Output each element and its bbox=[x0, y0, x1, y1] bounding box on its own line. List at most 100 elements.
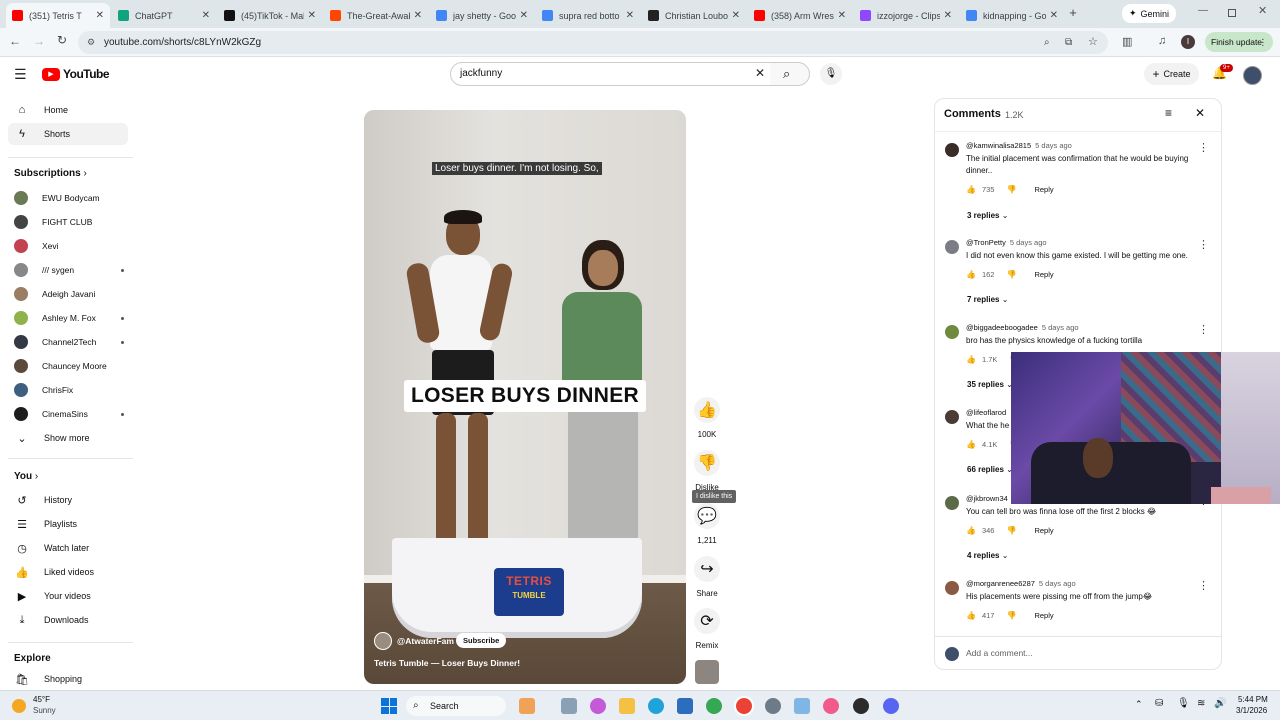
chrome-active-icon[interactable] bbox=[736, 698, 752, 714]
thumbs-up-icon[interactable]: 👍 bbox=[966, 355, 976, 364]
thumbs-up-icon[interactable]: 👍 bbox=[966, 440, 976, 449]
sidebar-item-shorts[interactable]: ϟ Shorts bbox=[8, 123, 128, 145]
comment-user[interactable]: @lifeoflarod bbox=[966, 408, 1006, 417]
sidebar-item-your-videos[interactable]: ▶ Your videos bbox=[8, 585, 128, 607]
comment-user[interactable]: @biggadeeboogadee bbox=[966, 323, 1038, 332]
browser-tab[interactable]: jay shetty - Goo ✕ bbox=[430, 3, 534, 28]
task-view-icon[interactable] bbox=[561, 698, 577, 714]
media-controls-icon[interactable]: ♫ bbox=[1158, 35, 1166, 47]
browser-tab[interactable]: (358) Arm Wrest ✕ bbox=[748, 3, 852, 28]
subscription-item[interactable]: Chauncey Moore bbox=[14, 358, 124, 374]
comment-user[interactable]: @morganrenee6287 bbox=[966, 579, 1035, 588]
reply-button[interactable]: Reply bbox=[1034, 611, 1053, 620]
commenter-avatar[interactable] bbox=[945, 496, 959, 510]
channel-avatar[interactable] bbox=[374, 632, 392, 650]
close-comments-icon[interactable]: ✕ bbox=[1195, 106, 1205, 120]
sidebar-item-history[interactable]: ↺ History bbox=[8, 489, 128, 511]
bookmark-star-icon[interactable]: ☆ bbox=[1088, 31, 1098, 54]
close-tab-icon[interactable]: ✕ bbox=[1050, 10, 1058, 21]
tray-volume-icon[interactable]: 🔊 bbox=[1214, 698, 1226, 709]
close-tab-icon[interactable]: ✕ bbox=[96, 10, 104, 21]
reload-icon[interactable]: ↻ bbox=[57, 33, 67, 47]
close-tab-icon[interactable]: ✕ bbox=[944, 10, 952, 21]
sidebar-item-playlists[interactable]: ☰ Playlists bbox=[8, 513, 128, 535]
view-replies-button[interactable]: 3 replies ⌄ bbox=[967, 211, 1008, 220]
comment-more-icon[interactable]: ⋮ bbox=[1198, 141, 1209, 154]
thumbs-down-icon[interactable]: 👎 bbox=[694, 450, 720, 476]
minimize-window-button[interactable]: — bbox=[1198, 5, 1208, 16]
search-input[interactable]: jackfunny bbox=[450, 62, 771, 86]
tray-mic-icon[interactable]: 🎙 bbox=[1177, 698, 1190, 709]
itunes-icon[interactable] bbox=[823, 698, 839, 714]
comment-more-icon[interactable]: ⋮ bbox=[1198, 323, 1209, 336]
url-omnibox[interactable]: ⚙ youtube.com/shorts/c8LYnW2kGZg ⌕ ⧉ ☆ bbox=[78, 31, 1108, 54]
restore-window-button[interactable] bbox=[1228, 9, 1236, 17]
close-tab-icon[interactable]: ✕ bbox=[202, 10, 210, 21]
youtube-logo[interactable]: ▶ YouTube bbox=[42, 67, 110, 81]
edge-browser-icon[interactable] bbox=[648, 698, 664, 714]
close-window-button[interactable]: ✕ bbox=[1258, 4, 1267, 17]
new-tab-button[interactable]: + bbox=[1066, 5, 1080, 20]
browser-tab[interactable]: (45)TikTok - Mak ✕ bbox=[218, 3, 322, 28]
sidebar-item-home[interactable]: ⌂ Home bbox=[8, 99, 128, 121]
subscribe-button[interactable]: Subscribe bbox=[456, 633, 507, 648]
browser-tab[interactable]: The-Great-Awak ✕ bbox=[324, 3, 428, 28]
sidebar-item-watch-later[interactable]: ◷ Watch later bbox=[8, 537, 128, 559]
view-replies-button[interactable]: 35 replies ⌄ bbox=[967, 380, 1013, 389]
thumbs-down-icon[interactable]: 👎 bbox=[1006, 185, 1016, 194]
add-comment-input[interactable]: Add a comment... bbox=[966, 648, 1033, 658]
sidebar-item-show-more[interactable]: ⌄ Show more bbox=[8, 427, 128, 449]
close-tab-icon[interactable]: ✕ bbox=[732, 10, 740, 21]
create-button[interactable]: + Create bbox=[1144, 63, 1199, 85]
thumbs-up-icon[interactable]: 👍 bbox=[966, 185, 976, 194]
commenter-avatar[interactable] bbox=[945, 410, 959, 424]
comment-author[interactable]: @biggadeeboogadee 5 days ago bbox=[966, 323, 1079, 332]
share-action[interactable]: ↪ Share bbox=[694, 556, 720, 598]
subscription-item[interactable]: Adeigh Javani bbox=[14, 286, 124, 302]
comment-icon[interactable]: 💬 bbox=[694, 503, 720, 529]
comment-user[interactable]: @kamwinalisa2815 bbox=[966, 141, 1031, 150]
hamburger-menu-icon[interactable]: ☰ bbox=[14, 66, 27, 83]
comment-more-icon[interactable]: ⋮ bbox=[1198, 579, 1209, 592]
voice-search-icon[interactable]: 🎙 bbox=[820, 63, 842, 85]
subscription-item[interactable]: Channel2Tech bbox=[14, 334, 124, 350]
sidebar-item-liked-videos[interactable]: 👍 Liked videos bbox=[8, 561, 128, 583]
channel-handle[interactable]: @AtwaterFam bbox=[397, 636, 454, 646]
comment-author[interactable]: @kamwinalisa2815 5 days ago bbox=[966, 141, 1072, 150]
tray-chevron-icon[interactable]: ⌃ bbox=[1135, 699, 1143, 710]
close-tab-icon[interactable]: ✕ bbox=[520, 10, 528, 21]
install-app-icon[interactable]: ⧉ bbox=[1065, 31, 1072, 54]
sidebar-item-shopping[interactable]: 🛍 Shopping bbox=[8, 668, 128, 690]
commenter-avatar[interactable] bbox=[945, 143, 959, 157]
browser-tab[interactable]: ChatGPT ✕ bbox=[112, 3, 216, 28]
settings-gear-icon[interactable] bbox=[765, 698, 781, 714]
sound-thumbnail[interactable] bbox=[695, 660, 719, 684]
subscriptions-heading[interactable]: Subscriptions › bbox=[14, 168, 87, 179]
comment-user[interactable]: @jkbrown34 bbox=[966, 494, 1008, 503]
remix-icon[interactable]: ⟳ bbox=[694, 608, 720, 634]
tray-network-icon[interactable]: ⛁ bbox=[1155, 698, 1163, 709]
thumbs-up-icon[interactable]: 👍 bbox=[966, 526, 976, 535]
colorful-app-icon[interactable] bbox=[590, 698, 606, 714]
browser-tab[interactable]: (351) Tetris T ✕ bbox=[6, 3, 110, 28]
comment-author[interactable]: @TronPetty 5 days ago bbox=[966, 238, 1047, 247]
you-heading[interactable]: You › bbox=[14, 471, 38, 482]
windows-start-icon[interactable] bbox=[381, 698, 397, 714]
browser-tab[interactable]: Christian Loubo ✕ bbox=[642, 3, 746, 28]
subscription-item[interactable]: ChrisFix bbox=[14, 382, 124, 398]
subscription-item[interactable]: Ashley M. Fox bbox=[14, 310, 124, 326]
photos-icon[interactable] bbox=[794, 698, 810, 714]
subscription-item[interactable]: /// sygen bbox=[14, 262, 124, 278]
back-arrow-icon[interactable]: ← bbox=[9, 34, 21, 48]
browser-tab[interactable]: kidnapping - Go ✕ bbox=[960, 3, 1064, 28]
finish-update-button[interactable]: Finish update ⋮ bbox=[1205, 32, 1273, 52]
discord-icon[interactable] bbox=[883, 698, 899, 714]
thumbs-up-icon[interactable]: 👍 bbox=[966, 611, 976, 620]
comment-author[interactable]: @morganrenee6287 5 days ago bbox=[966, 579, 1076, 588]
thumbs-up-icon[interactable]: 👍 bbox=[966, 270, 976, 279]
subscription-item[interactable]: CinemaSins bbox=[14, 406, 124, 422]
like-action[interactable]: 👍 100K bbox=[694, 397, 720, 439]
thumbs-up-icon[interactable]: 👍 bbox=[694, 397, 720, 423]
comment-author[interactable]: @jkbrown34 bbox=[966, 494, 1012, 503]
obs-icon[interactable] bbox=[853, 698, 869, 714]
